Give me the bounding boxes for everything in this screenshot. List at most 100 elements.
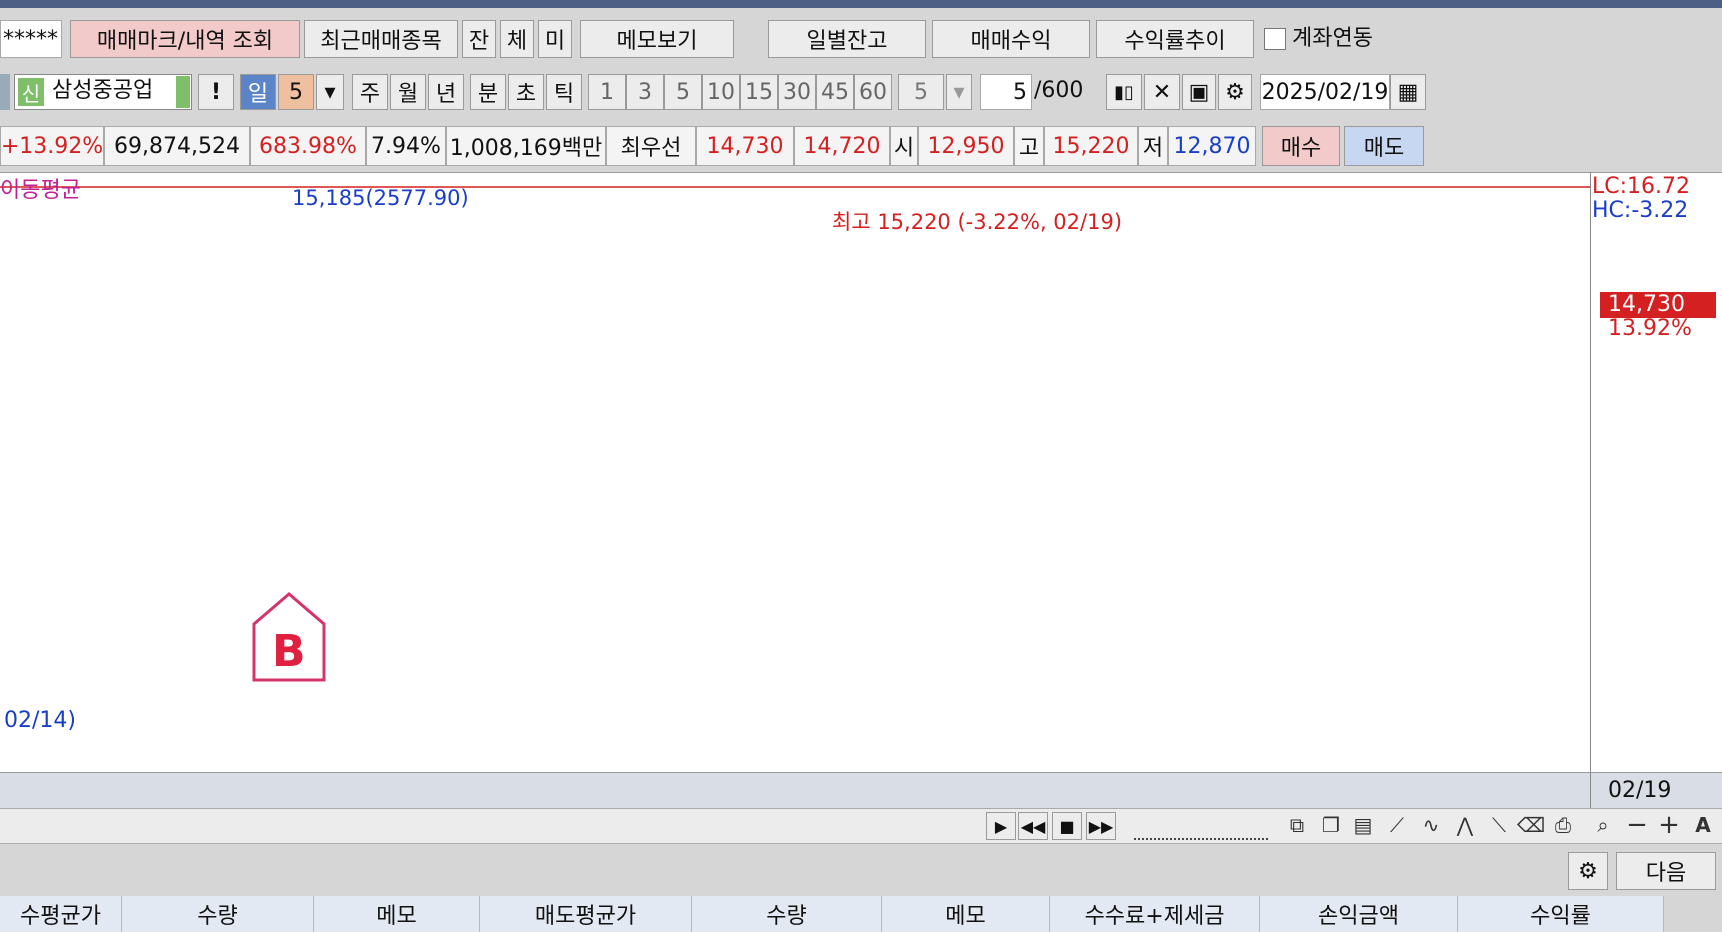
zigzag-tool-icon[interactable]: ⋀ [1452,812,1478,838]
trendline-tool-icon[interactable]: ⟋ [1384,812,1410,838]
hc-label: HC:-3.22 [1592,198,1689,223]
low-price: 12,870 [1168,126,1256,166]
credit-badge: 신 [18,78,44,106]
change-rate-value: +13.92% [0,133,104,159]
bottom-panel [0,846,1722,896]
filled-button[interactable]: 체 [500,20,534,58]
column-header-5[interactable]: 메모 [882,896,1050,932]
window-layout-icon[interactable]: ⧉ [1284,812,1310,838]
high-price: 15,220 [1044,126,1138,166]
grid-icon[interactable]: ▤ [1350,812,1376,838]
stock-info-button[interactable]: ! [198,74,234,110]
column-header-2[interactable]: 메모 [314,896,480,932]
font-size-icon[interactable]: A [1690,812,1716,838]
count-max-label: /600 [1034,78,1084,103]
balance-button[interactable]: 잔 [462,20,496,58]
column-header-0[interactable]: 수평균가 [0,896,122,932]
best-bid-value: 14,720 [803,133,881,159]
buy-marker[interactable]: B [252,592,326,682]
unfilled-button[interactable]: 미 [538,20,572,58]
interval-button-3[interactable]: 3 [626,74,664,110]
trade-mark-query-button[interactable]: 매매마크/내역 조회 [70,20,300,58]
search-icon[interactable]: ⌕ [1590,812,1616,838]
sell-button[interactable]: 매도 [1344,126,1424,166]
column-header-7[interactable]: 손익금액 [1260,896,1458,932]
zoom-out-icon[interactable]: − [1624,810,1650,840]
period-value[interactable]: 5 [278,74,314,110]
high-label: 고 [1014,126,1044,166]
stock-name: 삼성중공업 [52,78,154,103]
trade-amount: 1,008,169백만 [446,126,606,166]
recent-trades-button[interactable]: 최근매매종목 [304,20,458,58]
replay-speed-slider[interactable] [1134,816,1268,840]
rewind-icon[interactable]: ◀◀ [1018,812,1048,840]
buy-button[interactable]: 매수 [1262,126,1340,166]
cross-line-icon[interactable]: ✕ [1144,74,1180,110]
interval-button-45[interactable]: 45 [816,74,854,110]
period-week-button[interactable]: 주 [352,74,388,110]
low-price-value: 12,870 [1173,133,1251,159]
current-pct-tag: 13.92% [1608,316,1692,341]
candle-type-icon[interactable]: ▮▯ [1106,74,1142,110]
column-header-8[interactable]: 수익률 [1458,896,1664,932]
fast-forward-icon[interactable]: ▶▶ [1086,812,1116,840]
play-icon[interactable]: ▶ [986,812,1016,840]
buy-marker-letter: B [272,626,306,677]
interval-button-10[interactable]: 10 [702,74,740,110]
period-month-button[interactable]: 월 [390,74,426,110]
low-label: 저 [1138,126,1168,166]
window-top-bar [0,0,1722,8]
memo-view-button[interactable]: 메모보기 [580,20,734,58]
return-trend-button[interactable]: 수익률추이 [1096,20,1254,58]
stock-dropdown-arrow-icon[interactable] [176,76,190,108]
column-header-4[interactable]: 수량 [692,896,882,932]
column-header-3[interactable]: 매도평균가 [480,896,692,932]
best-ask: 14,730 [696,126,794,166]
line-tool-icon[interactable]: ⟍ [1486,812,1512,838]
account-link-checkbox[interactable] [1264,28,1286,50]
save-icon[interactable]: ▣ [1182,74,1216,110]
interval-button-30[interactable]: 30 [778,74,816,110]
duplicate-icon[interactable]: ❐ [1318,812,1344,838]
print-icon[interactable]: ⎙ [1550,812,1576,838]
column-header-6[interactable]: 수수료+제세금 [1050,896,1260,932]
candle-chart[interactable] [0,173,1722,773]
period-day-button[interactable]: 일 [240,74,276,110]
best-label: 최우선 [606,126,696,166]
date-input[interactable]: 2025/02/19 [1260,74,1390,110]
next-button[interactable]: 다음 [1616,852,1716,890]
volume: 69,874,524 [104,126,250,166]
period-minute-button[interactable]: 분 [470,74,506,110]
high-price-value: 15,220 [1052,133,1130,159]
x-axis-date: 02/19 [1608,778,1672,803]
account-link-label: 계좌연동 [1292,26,1373,51]
account-password-field[interactable]: ***** [0,20,62,58]
interval-button-15[interactable]: 15 [740,74,778,110]
interval-dropdown-icon[interactable]: ▾ [946,74,972,110]
settings-gear-icon[interactable]: ⚙ [1568,852,1608,890]
trade-profit-button[interactable]: 매매수익 [932,20,1090,58]
period-tick-button[interactable]: 틱 [546,74,582,110]
volume-ratio-value: 683.98% [259,133,357,159]
daily-balance-button[interactable]: 일별잔고 [768,20,926,58]
stop-icon[interactable]: ■ [1052,812,1082,840]
stock-selector-left-edge[interactable] [0,74,10,110]
interval-custom-value[interactable]: 5 [898,74,944,110]
level-label: 15,185(2577.90) [292,186,469,210]
gear-icon[interactable]: ⚙ [1218,74,1252,110]
x-axis-strip [0,772,1722,808]
period-dropdown-icon[interactable]: ▾ [316,74,344,110]
interval-button-60[interactable]: 60 [854,74,892,110]
period-second-button[interactable]: 초 [508,74,544,110]
interval-button-1[interactable]: 1 [588,74,626,110]
column-header-1[interactable]: 수량 [122,896,314,932]
period-year-button[interactable]: 년 [428,74,464,110]
change-rate: +13.92% [0,126,104,166]
count-input[interactable]: 5 [980,74,1032,110]
eraser-icon[interactable]: ⌫ [1517,812,1545,838]
zoom-in-icon[interactable]: + [1656,810,1682,840]
current-price-tag: 14,730 [1600,292,1716,318]
interval-button-5[interactable]: 5 [664,74,702,110]
calendar-icon[interactable]: ▦ [1390,74,1426,110]
wave-tool-icon[interactable]: ∿ [1418,812,1444,838]
